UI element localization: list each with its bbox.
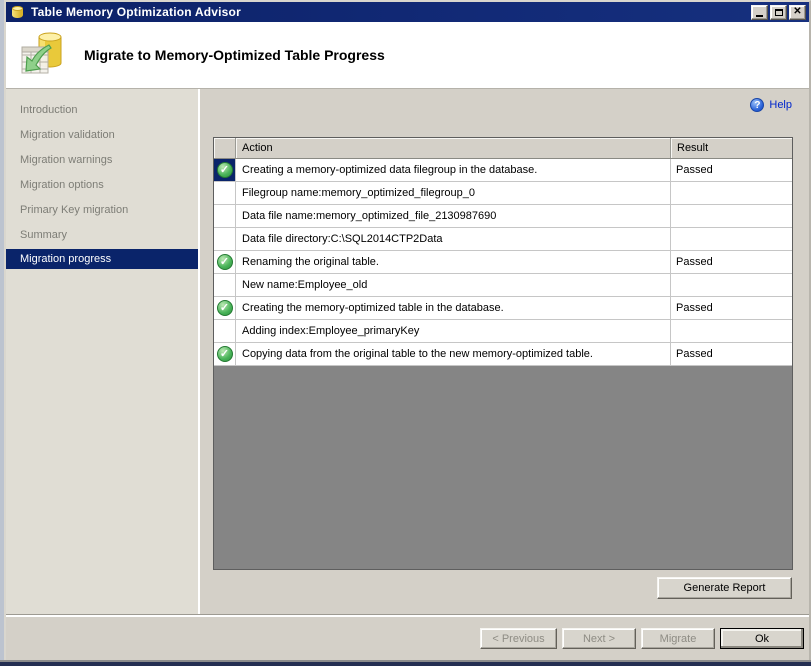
table-row[interactable]: ✓Renaming the original table.Passed [214,251,792,274]
row-status-cell [214,274,236,296]
close-icon: ✕ [793,7,801,17]
row-status-cell [214,182,236,204]
result-cell: Passed [671,297,792,319]
grid-rows: ✓Creating a memory-optimized data filegr… [214,159,792,366]
main-area: IntroductionMigration validationMigratio… [6,89,809,614]
close-button[interactable]: ✕ [789,5,806,20]
row-status-cell [214,228,236,250]
action-cell: Data file directory:C:\SQL2014CTP2Data [236,228,671,250]
table-row[interactable]: New name:Employee_old [214,274,792,297]
action-column-header[interactable]: Action [236,138,671,158]
window-bottom-edge [0,662,811,666]
grid-header-row: Action Result [214,138,792,159]
migrate-table-icon [19,31,67,79]
grid-filler [214,366,792,569]
check-icon: ✓ [217,254,233,270]
wizard-header: Migrate to Memory-Optimized Table Progre… [6,22,809,89]
maximize-icon [775,9,783,16]
migrate-button[interactable]: Migrate [641,628,715,649]
next-button[interactable]: Next > [562,628,636,649]
minimize-icon [756,15,763,17]
window-title: Table Memory Optimization Advisor [31,5,749,19]
sidebar: IntroductionMigration validationMigratio… [6,89,198,614]
result-cell: Passed [671,343,792,365]
previous-button[interactable]: < Previous [480,628,557,649]
icon-column-header [214,138,236,158]
sidebar-item-migration-validation[interactable]: Migration validation [6,122,198,147]
result-cell [671,274,792,296]
progress-grid: Action Result ✓Creating a memory-optimiz… [213,137,793,570]
database-icon [11,5,25,20]
footer-button-bar: < PreviousNext >MigrateOk [6,617,809,660]
sidebar-item-primary-key-migration[interactable]: Primary Key migration [6,197,198,222]
result-cell [671,320,792,342]
sidebar-item-summary[interactable]: Summary [6,222,198,247]
sidebar-item-introduction[interactable]: Introduction [6,97,198,122]
content-panel: ? Help Action Result ✓Creating a memory-… [200,89,809,614]
table-row[interactable]: Adding index:Employee_primaryKey [214,320,792,343]
check-icon: ✓ [217,346,233,362]
check-icon: ✓ [217,162,233,178]
minimize-button[interactable] [751,5,768,20]
row-status-cell: ✓ [214,159,236,181]
row-status-cell [214,320,236,342]
sidebar-item-migration-progress[interactable]: Migration progress [6,249,198,269]
maximize-button[interactable] [770,5,787,20]
table-row[interactable]: Data file name:memory_optimized_file_213… [214,205,792,228]
action-cell: Filegroup name:memory_optimized_filegrou… [236,182,671,204]
sidebar-item-migration-warnings[interactable]: Migration warnings [6,147,198,172]
action-cell: New name:Employee_old [236,274,671,296]
row-status-cell: ✓ [214,251,236,273]
help-icon: ? [750,98,764,112]
row-status-cell [214,205,236,227]
check-icon: ✓ [217,300,233,316]
result-column-header[interactable]: Result [671,138,792,158]
table-row[interactable]: Data file directory:C:\SQL2014CTP2Data [214,228,792,251]
titlebar[interactable]: Table Memory Optimization Advisor ✕ [6,2,809,22]
result-cell [671,205,792,227]
table-row[interactable]: ✓Copying data from the original table to… [214,343,792,366]
action-cell: Copying data from the original table to … [236,343,671,365]
action-cell: Data file name:memory_optimized_file_213… [236,205,671,227]
table-row[interactable]: ✓Creating the memory-optimized table in … [214,297,792,320]
result-cell [671,228,792,250]
row-status-cell: ✓ [214,343,236,365]
sidebar-item-migration-options[interactable]: Migration options [6,172,198,197]
action-cell: Creating the memory-optimized table in t… [236,297,671,319]
page-title: Migrate to Memory-Optimized Table Progre… [84,47,385,63]
action-cell: Adding index:Employee_primaryKey [236,320,671,342]
action-cell: Renaming the original table. [236,251,671,273]
generate-report-button[interactable]: Generate Report [657,577,792,599]
table-row[interactable]: ✓Creating a memory-optimized data filegr… [214,159,792,182]
ok-button[interactable]: Ok [720,628,804,649]
row-status-cell: ✓ [214,297,236,319]
result-cell [671,182,792,204]
help-link[interactable]: ? Help [750,98,792,112]
help-label: Help [769,99,792,111]
result-cell: Passed [671,159,792,181]
action-cell: Creating a memory-optimized data filegro… [236,159,671,181]
result-cell: Passed [671,251,792,273]
table-row[interactable]: Filegroup name:memory_optimized_filegrou… [214,182,792,205]
dialog-window: Table Memory Optimization Advisor ✕ Migr… [4,0,811,660]
